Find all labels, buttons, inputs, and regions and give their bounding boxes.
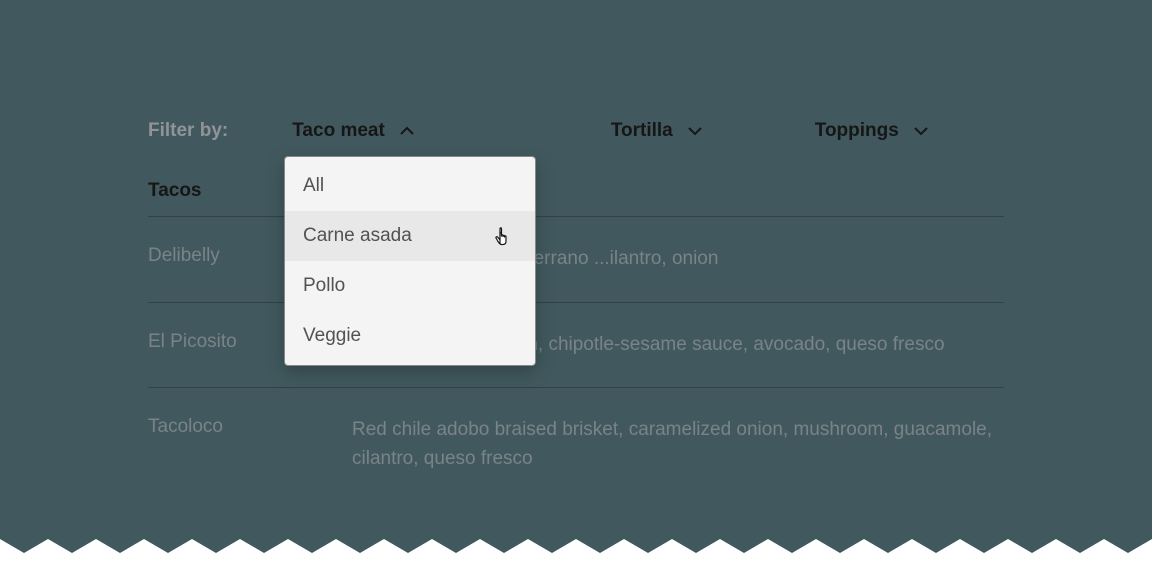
cursor-pointer-icon xyxy=(493,225,513,247)
table-row: El Picosito Grilled beef tenderloin, chi… xyxy=(148,302,1004,388)
dropdown-option-all[interactable]: All xyxy=(285,161,535,211)
taco-desc: Red chile adobo braised brisket, caramel… xyxy=(352,416,1004,473)
chevron-up-icon xyxy=(399,123,415,139)
filter-dropdown: All Carne asada Pollo Veggie xyxy=(284,156,536,366)
dropdown-option-carne-asada[interactable]: Carne asada xyxy=(285,211,535,261)
filter-toppings-label: Toppings xyxy=(815,120,899,142)
filter-label: Filter by: xyxy=(148,120,228,142)
section-title: Tacos xyxy=(148,180,1004,202)
filter-tortilla-label: Tortilla xyxy=(611,120,673,142)
chevron-down-icon xyxy=(913,123,929,139)
table-row: Tacoloco Red chile adobo braised brisket… xyxy=(148,387,1004,483)
taco-name: Tacoloco xyxy=(148,416,352,473)
table-row: Delibelly ...w Honey tomatillo-serrano .… xyxy=(148,216,1004,302)
filter-tortilla[interactable]: Tortilla xyxy=(611,120,703,142)
filter-bar: Filter by: Taco meat Tortilla Toppings xyxy=(148,120,1004,142)
zigzag-decoration xyxy=(0,539,1152,567)
filter-taco-meat-label: Taco meat xyxy=(292,120,385,142)
dropdown-option-pollo[interactable]: Pollo xyxy=(285,261,535,311)
dropdown-option-veggie[interactable]: Veggie xyxy=(285,311,535,361)
filter-toppings[interactable]: Toppings xyxy=(815,120,929,142)
dropdown-option-label: Carne asada xyxy=(303,225,412,246)
filter-taco-meat[interactable]: Taco meat xyxy=(292,120,415,142)
chevron-down-icon xyxy=(687,123,703,139)
